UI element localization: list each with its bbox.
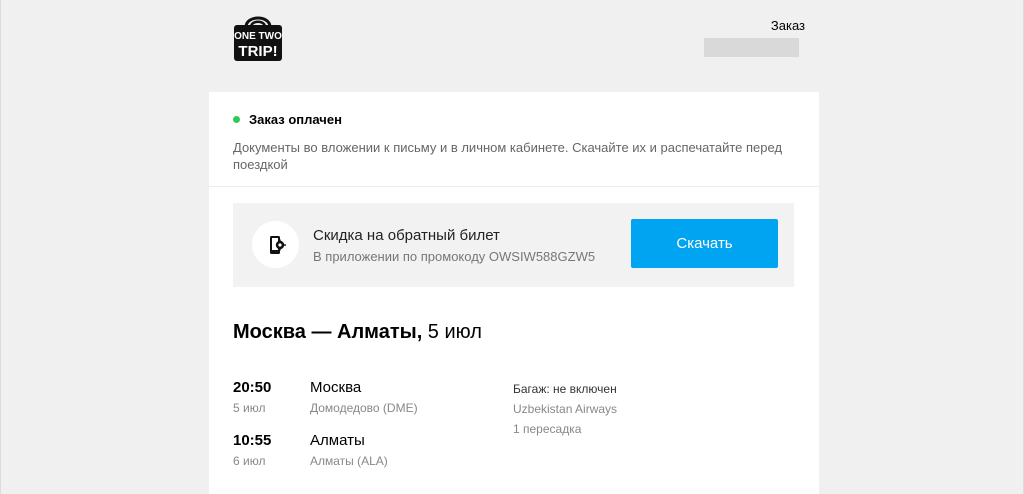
- departure-city: Москва: [310, 379, 362, 396]
- stops-count: 1 пересадка: [513, 422, 582, 436]
- order-card: Заказ оплачен Документы во вложении к пи…: [209, 92, 819, 494]
- promo-subtitle: В приложении по промокоду OWSIW588GZW5: [313, 249, 596, 264]
- promo-banner: Скидка на обратный билет В приложении по…: [233, 203, 794, 287]
- arrival-city: Алматы: [310, 432, 365, 449]
- status-description: Документы во вложении к письму и в лично…: [233, 140, 783, 172]
- flight-info: Багаж: не включен Uzbekistan Airways 1 п…: [513, 379, 617, 439]
- email-page: ONE TWO TRIP! Заказ Заказ оплачен Докуме…: [0, 0, 1024, 494]
- status-dot-icon: [233, 116, 240, 123]
- order-number-redacted: [704, 38, 799, 57]
- svg-text:TRIP!: TRIP!: [238, 43, 277, 60]
- baggage-info: Багаж: не включен: [513, 382, 617, 396]
- onetwotrip-logo[interactable]: ONE TWO TRIP!: [232, 10, 284, 62]
- arrival-time: 10:55: [233, 432, 272, 449]
- order-label: Заказ: [770, 18, 805, 33]
- svg-text:ONE TWO: ONE TWO: [234, 31, 282, 42]
- departure-date: 5 июл: [233, 401, 266, 415]
- arrival-airport: Алматы (ALA): [310, 454, 388, 468]
- order-status-block: Заказ оплачен Документы во вложении к пи…: [209, 92, 819, 187]
- promo-title: Скидка на обратный билет: [313, 227, 500, 244]
- status-title: Заказ оплачен: [249, 112, 342, 127]
- route-cities: Москва — Алматы,: [233, 321, 423, 343]
- route-title: Москва — Алматы, 5 июл: [233, 321, 482, 344]
- departure-airport: Домодедово (DME): [310, 401, 418, 415]
- phone-gear-icon: [252, 221, 299, 268]
- download-button[interactable]: Скачать: [631, 219, 778, 268]
- route-date: 5 июл: [422, 321, 482, 343]
- order-status: Заказ оплачен: [233, 112, 795, 127]
- departure-time: 20:50: [233, 379, 272, 396]
- airline-name: Uzbekistan Airways: [513, 402, 618, 416]
- arrival-date: 6 июл: [233, 454, 266, 468]
